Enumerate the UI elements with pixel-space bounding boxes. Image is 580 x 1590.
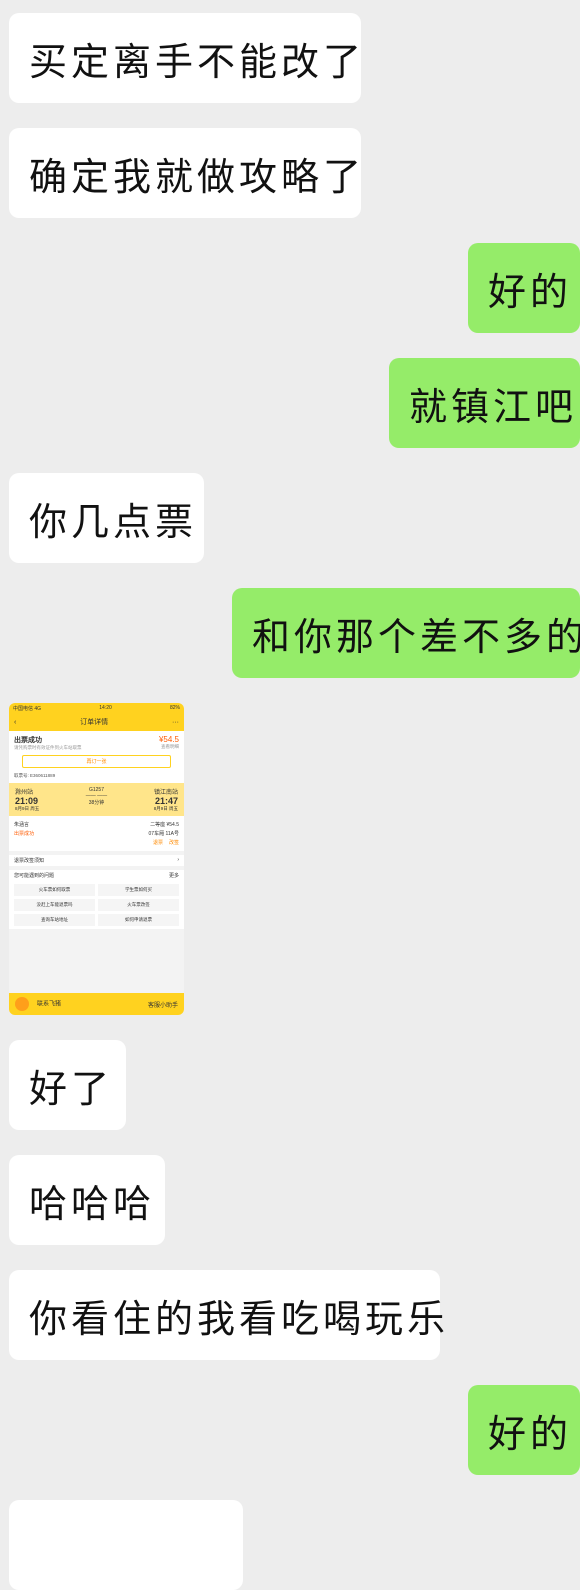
more-icon: ··· [172, 718, 179, 726]
status-bar: 中国电信 4G 14:20 82% [9, 703, 184, 713]
message-bubble[interactable]: 好的 [468, 1385, 580, 1475]
partial-message-bubble[interactable] [9, 1500, 243, 1590]
shared-screenshot-image[interactable]: 中国电信 4G 14:20 82% ‹ 订单详情 ··· 出票成功 请凭购票时有… [9, 703, 184, 1015]
back-icon: ‹ [14, 718, 17, 726]
trip-info: 滁州站 21:09 8月9日 周五 G1257 —— —— 38分钟 镇江南站 … [9, 783, 184, 816]
rules-row: 退票改签须知 › [9, 855, 184, 866]
message-bubble[interactable]: 好的 [468, 243, 580, 333]
status-card: 出票成功 请凭购票时有效证件到火车站取票 ¥54.5 查看明细 再订一张 取票号… [9, 731, 184, 783]
message-bubble[interactable]: 就镇江吧 [389, 358, 580, 448]
contact-bar: 联系飞猪 客服小助手 [9, 993, 184, 1015]
passenger-card: 朱涵言 二等座 ¥54.5 出票成功 07车厢 11A号 退票 改签 [9, 816, 184, 851]
message-bubble[interactable]: 你几点票 [9, 473, 204, 563]
message-bubble[interactable]: 好了 [9, 1040, 126, 1130]
message-bubble[interactable]: 确定我就做攻略了 [9, 128, 361, 218]
mascot-icon [15, 997, 29, 1011]
faq-section: 您可能遇到的问题 更多 火车票如何取票 学生票如何买 没赶上车能退票吗 火车票改… [9, 870, 184, 929]
message-bubble[interactable]: 哈哈哈 [9, 1155, 165, 1245]
message-bubble[interactable]: 和你那个差不多的 [232, 588, 580, 678]
order-header: ‹ 订单详情 ··· [9, 713, 184, 731]
message-bubble[interactable]: 买定离手不能改了 [9, 13, 361, 103]
message-bubble[interactable]: 你看住的我看吃喝玩乐 [9, 1270, 445, 1360]
